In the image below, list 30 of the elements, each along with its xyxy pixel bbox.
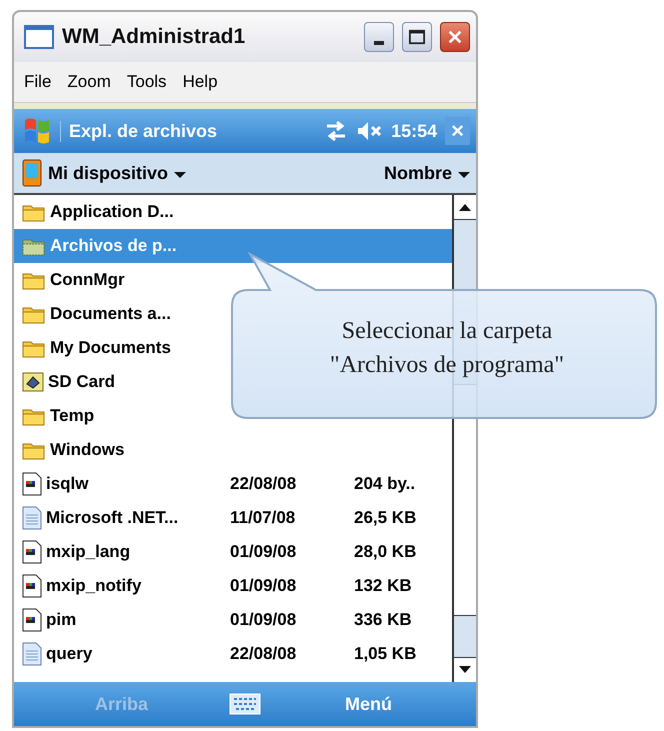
callout-text: Seleccionar la carpeta — [340, 317, 554, 346]
file-name: isqlw — [46, 474, 90, 494]
file-name: mxip_lang — [46, 542, 132, 562]
file-name: SD Card — [48, 372, 116, 392]
window-title: WM_Administrad1 — [62, 25, 246, 49]
file-size: 204 by.. — [354, 474, 416, 494]
file-name: Archivos de p... — [50, 236, 178, 256]
file-name: pim — [46, 610, 78, 630]
file-name: Application D... — [50, 202, 175, 222]
file-name: ConnMgr — [50, 270, 126, 290]
file-name: Microsoft .NET... — [46, 508, 180, 528]
app-title: Expl. de archivos — [60, 120, 316, 142]
file-date: 01/09/08 — [230, 542, 298, 562]
callout-text: "Archivos de programa" — [328, 351, 566, 380]
file-size: 26,5 KB — [354, 508, 416, 528]
file-size: 132 KB — [354, 576, 412, 596]
file-name: query — [46, 644, 94, 664]
file-name: My Documents — [50, 338, 172, 358]
file-size: 28,0 KB — [354, 542, 416, 562]
file-date: 22/08/08 — [230, 644, 298, 664]
file-date: 11/07/08 — [230, 508, 296, 528]
file-date: 01/09/08 — [230, 610, 298, 630]
file-size: 1,05 KB — [354, 644, 416, 664]
file-name: Temp — [50, 406, 96, 426]
file-name: Documents a... — [50, 304, 172, 324]
file-size: 336 KB — [354, 610, 412, 630]
file-name: Windows — [50, 440, 126, 460]
file-name: mxip_notify — [46, 576, 142, 596]
file-date: 22/08/08 — [230, 474, 298, 494]
file-date: 01/09/08 — [230, 576, 298, 596]
